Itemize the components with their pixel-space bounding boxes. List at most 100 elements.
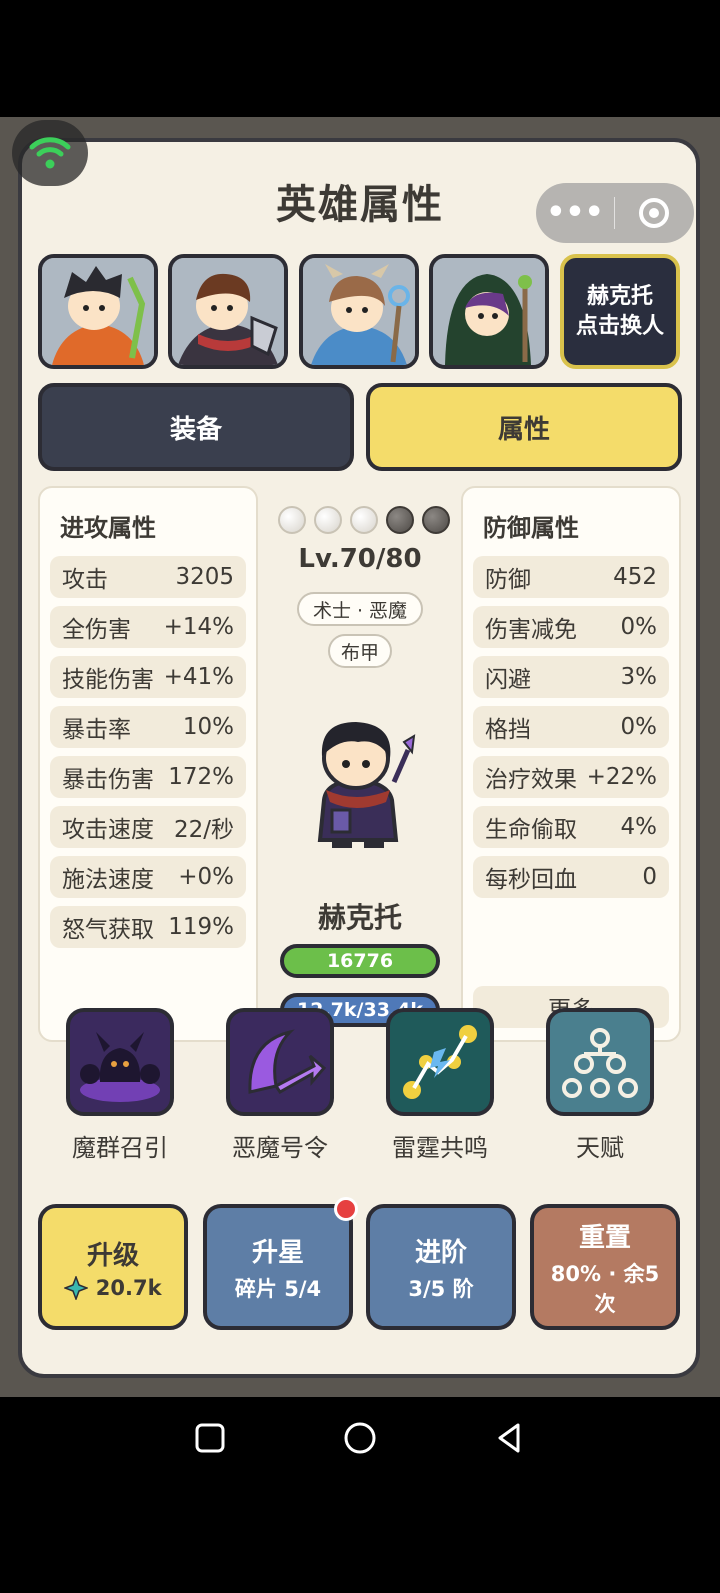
stat-value: 4% bbox=[620, 814, 658, 840]
skill-label: 天赋 bbox=[576, 1134, 624, 1162]
armor-tag: 布甲 bbox=[328, 634, 392, 668]
offense-row: 暴击伤害 172% bbox=[50, 756, 246, 798]
stat-value: +41% bbox=[163, 664, 234, 690]
defense-row: 防御 452 bbox=[473, 556, 669, 598]
stat-label: 闪避 bbox=[485, 667, 531, 693]
back-triangle-icon bbox=[498, 1423, 520, 1453]
stat-label: 伤害减免 bbox=[485, 617, 577, 643]
hero-sprite bbox=[317, 722, 416, 848]
defense-row: 治疗效果 +22% bbox=[473, 756, 669, 798]
star-rating bbox=[278, 506, 450, 534]
stat-label: 施法速度 bbox=[62, 867, 154, 893]
close-button[interactable] bbox=[615, 193, 693, 233]
stat-label: 怒气获取 bbox=[62, 917, 154, 943]
hero-slot-3[interactable] bbox=[299, 254, 419, 369]
tab-equipment[interactable]: 装备 bbox=[38, 383, 354, 471]
defense-row: 生命偷取 4% bbox=[473, 806, 669, 848]
notification-dot bbox=[334, 1197, 358, 1221]
tab-attributes[interactable]: 属性 bbox=[366, 383, 682, 471]
skill-label: 魔群召引 bbox=[72, 1134, 168, 1162]
star-filled-icon bbox=[350, 506, 378, 534]
back-button[interactable] bbox=[490, 1418, 530, 1458]
stat-value: +14% bbox=[163, 614, 234, 640]
skill-demon-command[interactable] bbox=[226, 1008, 334, 1116]
hero-slot-active[interactable]: 赫克托 点击换人 bbox=[560, 254, 680, 369]
stat-value: 172% bbox=[168, 764, 234, 790]
active-hero-name: 赫克托 bbox=[586, 283, 653, 309]
offense-attributes-card: 进攻属性 攻击 3205 全伤害 +14% 技能伤害 +41% 暴击率 10% 暴击伤害… bbox=[38, 486, 258, 1042]
reset-button[interactable]: 重置 80% · 余5次 bbox=[530, 1204, 680, 1330]
offense-row: 施法速度 +0% bbox=[50, 856, 246, 898]
defense-attributes-card: 防御属性 防御 452 伤害减免 0% 闪避 3% 格挡 0% 治疗效果 +22% 生命偷… bbox=[461, 486, 681, 1042]
hero-portrait-2-icon bbox=[172, 258, 284, 365]
stat-label: 技能伤害 bbox=[62, 667, 154, 693]
reset-label: 重置 bbox=[578, 1222, 631, 1253]
hero-slot-4[interactable] bbox=[429, 254, 549, 369]
square-icon bbox=[195, 1423, 225, 1453]
circle-icon bbox=[344, 1422, 376, 1454]
switch-hero-hint: 点击换人 bbox=[575, 313, 664, 339]
upgrade-cost-value: 20.7k bbox=[95, 1275, 162, 1300]
hero-name: 赫克托 bbox=[317, 901, 402, 934]
star-filled-icon bbox=[314, 506, 342, 534]
offense-row: 怒气获取 119% bbox=[50, 906, 246, 948]
status-bar-area bbox=[0, 0, 720, 117]
more-menu-button[interactable]: ••• bbox=[536, 183, 614, 243]
advance-tier: 3/5 阶 bbox=[408, 1276, 474, 1301]
stat-label: 攻击速度 bbox=[62, 817, 154, 843]
stat-value: 0% bbox=[620, 714, 658, 740]
star-up-shards: 碎片 5/4 bbox=[234, 1276, 322, 1301]
offense-title: 进攻属性 bbox=[60, 514, 156, 542]
upgrade-cost: 20.7k bbox=[63, 1274, 162, 1301]
offense-row: 暴击率 10% bbox=[50, 706, 246, 748]
thunder-icon bbox=[403, 1025, 477, 1099]
offense-row: 技能伤害 +41% bbox=[50, 656, 246, 698]
talent-tree-icon bbox=[562, 1028, 638, 1098]
hero-slot-1[interactable] bbox=[38, 254, 158, 369]
home-button[interactable] bbox=[340, 1418, 380, 1458]
stat-value: 3% bbox=[620, 664, 658, 690]
hero-portrait-1-icon bbox=[42, 258, 154, 365]
skill-talent[interactable] bbox=[546, 1008, 654, 1116]
mini-program-capsule: ••• bbox=[536, 183, 694, 243]
demon-horde-icon bbox=[80, 1032, 160, 1102]
stat-value: +22% bbox=[586, 764, 657, 790]
upgrade-label: 升级 bbox=[86, 1240, 139, 1271]
star-empty-icon bbox=[386, 506, 414, 534]
stat-label: 治疗效果 bbox=[485, 767, 577, 793]
upgrade-button[interactable]: 升级 20.7k bbox=[38, 1204, 188, 1330]
skill-demon-horde[interactable] bbox=[66, 1008, 174, 1116]
hero-slot-2[interactable] bbox=[168, 254, 288, 369]
stat-label: 暴击率 bbox=[62, 717, 131, 743]
stat-value: 22/秒 bbox=[173, 817, 234, 843]
offense-row: 攻击速度 22/秒 bbox=[50, 806, 246, 848]
skill-label: 雷霆共鸣 bbox=[392, 1134, 488, 1162]
stat-label: 暴击伤害 bbox=[62, 767, 154, 793]
stat-label: 格挡 bbox=[485, 717, 531, 743]
hp-bar: 16776 bbox=[280, 944, 440, 978]
stat-label: 全伤害 bbox=[62, 617, 131, 643]
offense-row: 攻击 3205 bbox=[50, 556, 246, 598]
advance-button[interactable]: 进阶 3/5 阶 bbox=[366, 1204, 516, 1330]
recents-button[interactable] bbox=[190, 1418, 230, 1458]
hero-portrait-3-icon bbox=[303, 258, 415, 365]
hero-level: Lv.70/80 bbox=[298, 544, 422, 574]
hero-portrait-4-icon bbox=[433, 258, 545, 365]
star-filled-icon bbox=[278, 506, 306, 534]
stat-label: 生命偷取 bbox=[485, 817, 577, 843]
offense-row: 全伤害 +14% bbox=[50, 606, 246, 648]
defense-row: 格挡 0% bbox=[473, 706, 669, 748]
demon-horn-icon bbox=[248, 1029, 327, 1094]
stat-value: 452 bbox=[613, 564, 657, 590]
skill-thunder-resonance[interactable] bbox=[386, 1008, 494, 1116]
defense-row: 闪避 3% bbox=[473, 656, 669, 698]
stat-value: 0% bbox=[620, 614, 658, 640]
crystal-icon bbox=[63, 1274, 90, 1301]
stat-value: 10% bbox=[182, 714, 234, 740]
reset-info: 80% · 余5次 bbox=[550, 1261, 660, 1316]
stat-value: 3205 bbox=[175, 564, 234, 590]
star-up-button[interactable]: 升星 碎片 5/4 bbox=[203, 1204, 353, 1330]
skill-label: 恶魔号令 bbox=[232, 1134, 328, 1162]
defense-row: 每秒回血 0 bbox=[473, 856, 669, 898]
defense-row: 伤害减免 0% bbox=[473, 606, 669, 648]
